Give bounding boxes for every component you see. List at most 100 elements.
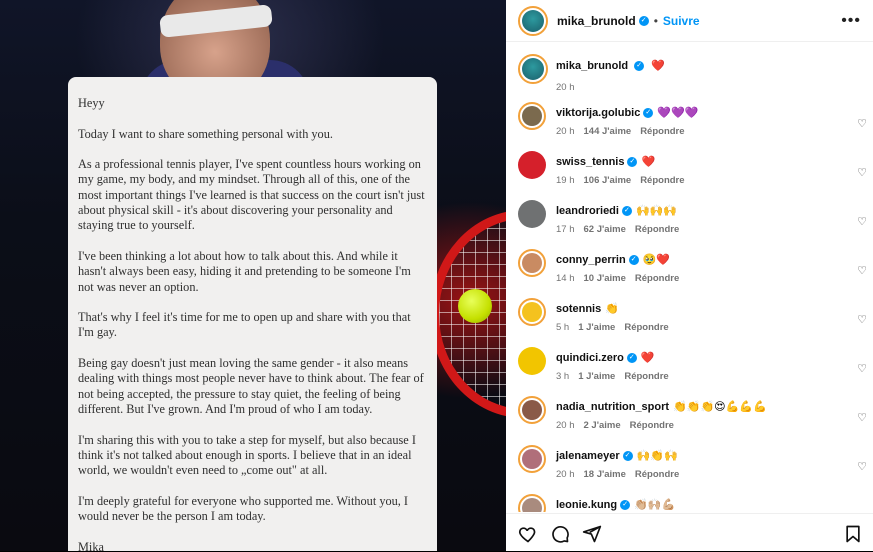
post-media[interactable]: Heyy Today I want to share something per… — [0, 0, 506, 551]
post-header: mika_brunold ✓ • Suivre ••• — [506, 0, 873, 42]
letter-greeting: Heyy — [78, 96, 105, 110]
letter-signature: Mika — [78, 539, 104, 551]
post-action-bar — [506, 513, 873, 552]
comment-likes[interactable]: 62 J'aime — [584, 224, 626, 235]
tennis-ball — [458, 289, 492, 323]
comment-like-heart-icon[interactable]: ♡ — [857, 215, 867, 228]
verified-badge-icon: ✓ — [628, 255, 639, 266]
heart-outline-icon[interactable] — [518, 524, 538, 544]
comment-like-heart-icon[interactable]: ♡ — [857, 117, 867, 130]
commenter-username[interactable]: nadia_nutrition_sport — [556, 401, 669, 413]
comment-like-heart-icon[interactable]: ♡ — [857, 264, 867, 277]
comment-item: conny_perrin ✓ 🥹❤️ 14 h 10 J'aime Répondre ♡ — [518, 249, 873, 289]
reply-button[interactable]: Répondre — [635, 273, 679, 284]
comment-likes[interactable]: 1 J'aime — [578, 371, 615, 382]
comment-item: nadia_nutrition_sport 👏👏👏😍💪💪💪 20 h 2 J'aim… — [518, 396, 873, 436]
letter-paragraph: Today I want to share something personal… — [78, 126, 333, 141]
comment-text: 🙌🙌🙌 — [635, 205, 678, 217]
comment-like-heart-icon[interactable]: ♡ — [857, 411, 867, 424]
comment-likes[interactable]: 106 J'aime — [584, 175, 632, 186]
commenter-username[interactable]: quindici.zero — [556, 352, 624, 364]
comment-like-heart-icon[interactable]: ♡ — [857, 460, 867, 473]
verified-badge-icon: ✓ — [621, 206, 632, 217]
comment-time: 20 h — [556, 420, 575, 431]
comment-likes[interactable]: 1 J'aime — [578, 322, 615, 333]
comment-text: 🥹❤️ — [642, 254, 671, 266]
comment-time: 3 h — [556, 371, 570, 382]
comment-item: viktorija.golubic ✓ 💜💜💜 20 h 144 J'aime Répo… — [518, 102, 873, 142]
comment-text: 👏👏👏😍💪💪💪 — [673, 401, 767, 413]
commenter-username[interactable]: viktorija.golubic — [556, 107, 640, 119]
commenter-username[interactable]: conny_perrin — [556, 254, 626, 266]
comment-time: 5 h — [556, 322, 570, 333]
comment-likes[interactable]: 144 J'aime — [584, 126, 632, 137]
commenter-username[interactable]: jalenameyer — [556, 450, 620, 462]
comment-likes[interactable]: 10 J'aime — [584, 273, 626, 284]
comment-like-heart-icon[interactable]: ♡ — [857, 166, 867, 179]
reply-button[interactable]: Répondre — [624, 322, 668, 333]
caption-username[interactable]: mika_brunold — [556, 60, 628, 72]
letter-paragraph: As a professional tennis player, I've sp… — [78, 157, 425, 233]
author-username[interactable]: mika_brunold — [557, 14, 636, 28]
commenter-avatar[interactable] — [518, 102, 546, 130]
more-options-icon[interactable]: ••• — [841, 12, 861, 30]
commenter-avatar[interactable] — [518, 494, 546, 512]
reply-button[interactable]: Répondre — [624, 371, 668, 382]
verified-badge-icon: ✓ — [638, 15, 649, 26]
comment-like-heart-icon[interactable]: ♡ — [857, 362, 867, 375]
commenter-avatar[interactable] — [518, 347, 546, 375]
comment-text: 👏🏼🙌🏼💪🏼 — [634, 499, 676, 511]
letter-paragraph: I'm deeply grateful for everyone who sup… — [78, 493, 409, 524]
comment-time: 14 h — [556, 273, 575, 284]
comment-like-heart-icon[interactable]: ♡ — [857, 313, 867, 326]
commenter-avatar[interactable] — [518, 249, 546, 277]
verified-badge-icon: ✓ — [627, 157, 638, 168]
comment-item: sotennis 👏 5 h 1 J'aime Répondre ♡ — [518, 298, 873, 338]
comment-item: leonie.kung ✓ 👏🏼🙌🏼💪🏼 — [518, 494, 873, 512]
verified-badge-icon: ✓ — [643, 108, 654, 119]
comments-list[interactable]: mika_brunold ✓ ❤️ 20 h viktorija.golubic… — [506, 42, 873, 512]
comment-likes[interactable]: 18 J'aime — [584, 469, 626, 480]
comment-text: ❤️ — [640, 352, 655, 364]
commenter-avatar[interactable] — [518, 200, 546, 228]
reply-button[interactable]: Répondre — [635, 224, 679, 235]
coming-out-letter: Heyy Today I want to share something per… — [68, 77, 437, 551]
comment-time: 20 h — [556, 126, 575, 137]
comment-text: 💜💜💜 — [657, 107, 699, 119]
commenter-username[interactable]: swiss_tennis — [556, 156, 624, 168]
verified-badge-icon: ✓ — [634, 61, 645, 72]
commenter-avatar[interactable] — [518, 445, 546, 473]
verified-badge-icon: ✓ — [626, 353, 637, 364]
caption-avatar[interactable] — [518, 54, 548, 84]
comment-icon[interactable] — [550, 524, 570, 544]
comment-time: 17 h — [556, 224, 575, 235]
letter-paragraph: I'm sharing this with you to take a step… — [78, 432, 416, 478]
letter-paragraph: That's why I feel it's time for me to op… — [78, 310, 411, 340]
reply-button[interactable]: Répondre — [635, 469, 679, 480]
author-avatar[interactable] — [518, 5, 548, 36]
bookmark-icon[interactable] — [844, 524, 862, 544]
letter-paragraph: I've been thinking a lot about how to ta… — [78, 248, 411, 294]
commenter-avatar[interactable] — [518, 151, 546, 179]
reply-button[interactable]: Répondre — [630, 420, 674, 431]
caption: mika_brunold ✓ ❤️ 20 h — [518, 54, 873, 94]
send-icon[interactable] — [582, 524, 602, 544]
commenter-avatar[interactable] — [518, 298, 546, 326]
commenter-username[interactable]: leonie.kung — [556, 499, 617, 511]
commenter-username[interactable]: leandroriedi — [556, 205, 619, 217]
comment-likes[interactable]: 2 J'aime — [584, 420, 621, 431]
letter-paragraph: Being gay doesn't just mean loving the s… — [78, 356, 424, 416]
follow-button[interactable]: Suivre — [663, 14, 700, 28]
commenter-avatar[interactable] — [518, 396, 546, 424]
comment-text: 👏 — [605, 303, 619, 315]
reply-button[interactable]: Répondre — [640, 126, 684, 137]
comment-item: quindici.zero ✓ ❤️ 3 h 1 J'aime Répondre ♡ — [518, 347, 873, 387]
comment-time: 19 h — [556, 175, 575, 186]
commenter-username[interactable]: sotennis — [556, 303, 601, 315]
reply-button[interactable]: Répondre — [640, 175, 684, 186]
verified-badge-icon: ✓ — [620, 500, 631, 511]
caption-time: 20 h — [556, 82, 575, 93]
comment-time: 20 h — [556, 469, 575, 480]
post-side-panel: mika_brunold ✓ • Suivre ••• mika_brunold… — [506, 0, 873, 551]
header-separator: • — [653, 13, 658, 28]
